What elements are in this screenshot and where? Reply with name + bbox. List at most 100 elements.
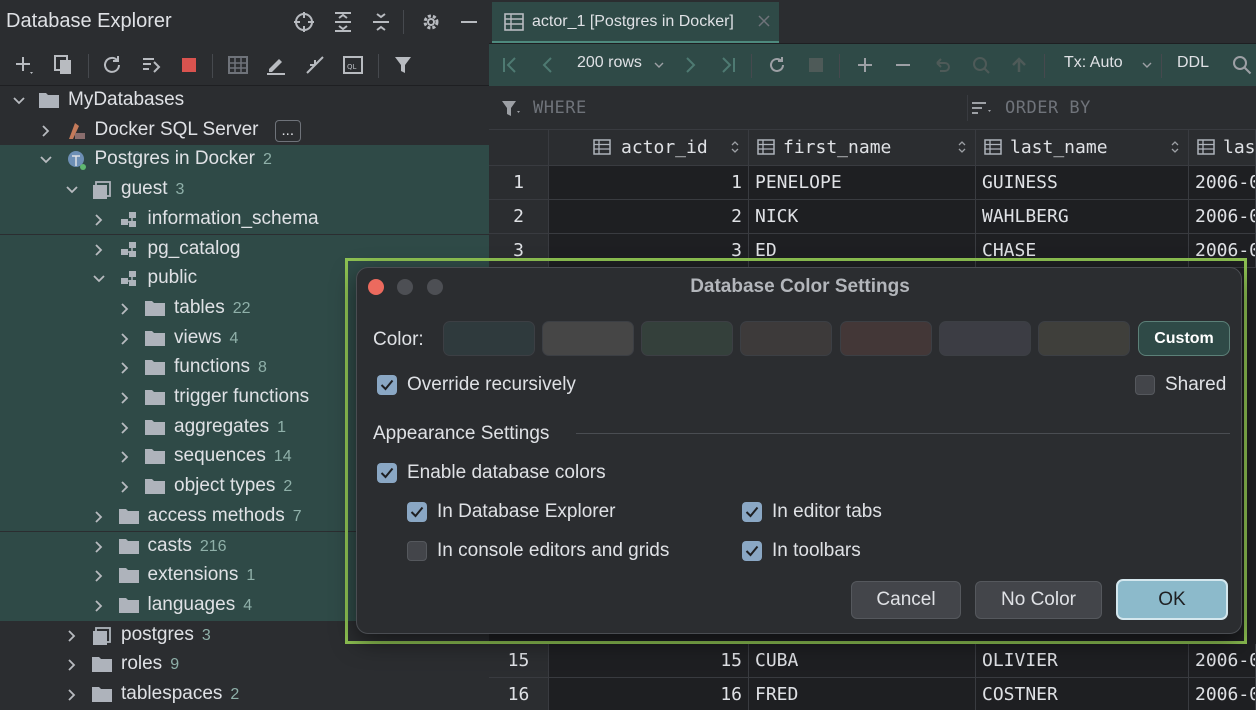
table-cell[interactable]: NICK bbox=[749, 200, 976, 234]
chevron-down-icon[interactable] bbox=[92, 272, 106, 286]
in-editor-tabs-checkbox[interactable] bbox=[742, 502, 762, 522]
table-cell[interactable]: 16 bbox=[549, 678, 749, 710]
table-cell[interactable]: 15 bbox=[549, 644, 749, 678]
edit-icon[interactable] bbox=[263, 52, 289, 78]
chevron-right-icon[interactable] bbox=[65, 629, 79, 643]
chevron-right-icon[interactable] bbox=[92, 510, 106, 524]
shared-checkbox[interactable] bbox=[1135, 375, 1155, 395]
cancel-button[interactable]: Cancel bbox=[851, 581, 961, 619]
sort-icon[interactable] bbox=[730, 140, 740, 154]
first-page-icon[interactable] bbox=[497, 52, 523, 78]
no-color-button[interactable]: No Color bbox=[975, 581, 1102, 619]
chevron-right-icon[interactable] bbox=[118, 450, 132, 464]
chevron-right-icon[interactable] bbox=[118, 391, 132, 405]
override-recursively-checkbox[interactable] bbox=[377, 375, 397, 395]
refresh-icon[interactable] bbox=[99, 52, 125, 78]
tab-actor-1[interactable]: actor_1 [Postgres in Docker] bbox=[492, 2, 779, 43]
tree-item[interactable]: MyDatabases bbox=[0, 86, 489, 116]
table-cell[interactable]: 2006-0 bbox=[1189, 200, 1256, 234]
revert-icon[interactable] bbox=[929, 52, 955, 78]
in-toolbars-checkbox[interactable] bbox=[742, 541, 762, 561]
gear-icon[interactable] bbox=[418, 9, 444, 35]
chevron-right-icon[interactable] bbox=[92, 213, 106, 227]
add-row-icon[interactable] bbox=[852, 52, 878, 78]
in-database-explorer-checkbox[interactable] bbox=[407, 502, 427, 522]
color-swatch[interactable] bbox=[443, 321, 535, 356]
tree-item[interactable]: tablespaces 2 bbox=[0, 680, 489, 710]
collapse-all-icon[interactable] bbox=[368, 9, 394, 35]
console-icon[interactable]: QL bbox=[340, 52, 366, 78]
chevron-down-icon[interactable] bbox=[12, 94, 26, 108]
chevron-down-icon[interactable] bbox=[65, 183, 79, 197]
ok-button[interactable]: OK bbox=[1116, 579, 1228, 620]
add-icon[interactable] bbox=[12, 52, 38, 78]
close-icon[interactable] bbox=[758, 15, 770, 27]
table-icon[interactable] bbox=[225, 52, 251, 78]
enable-database-colors-checkbox[interactable] bbox=[377, 463, 397, 483]
chevron-right-icon[interactable] bbox=[92, 569, 106, 583]
next-page-icon[interactable] bbox=[677, 52, 703, 78]
prev-page-icon[interactable] bbox=[535, 52, 561, 78]
orderby-input[interactable]: ORDER BY bbox=[1005, 98, 1091, 118]
search-icon[interactable] bbox=[1229, 52, 1255, 78]
chevron-right-icon[interactable] bbox=[92, 599, 106, 613]
chevron-right-icon[interactable] bbox=[118, 302, 132, 316]
chevron-right-icon[interactable] bbox=[39, 124, 53, 138]
color-swatch[interactable] bbox=[542, 321, 634, 356]
table-cell[interactable]: WAHLBERG bbox=[976, 200, 1189, 234]
expand-all-icon[interactable] bbox=[330, 9, 356, 35]
table-cell[interactable]: 2006-0 bbox=[1189, 644, 1256, 678]
locate-icon[interactable] bbox=[291, 9, 317, 35]
column-header[interactable]: first_name bbox=[749, 130, 976, 166]
sort-icon[interactable] bbox=[957, 140, 967, 154]
table-row[interactable]: 15 15 CUBA OLIVIER 2006-0 bbox=[489, 644, 1256, 678]
tree-item[interactable]: Docker SQL Server... bbox=[0, 116, 489, 146]
tree-item[interactable]: Postgres in Docker 2 bbox=[0, 145, 489, 176]
table-cell[interactable]: FRED bbox=[749, 678, 976, 710]
table-row[interactable]: 16 16 FRED COSTNER 2006-0 bbox=[489, 678, 1256, 710]
color-swatch[interactable] bbox=[840, 321, 932, 356]
column-header[interactable]: last_name bbox=[976, 130, 1189, 166]
in-console-editors-checkbox[interactable] bbox=[407, 541, 427, 561]
delete-row-icon[interactable] bbox=[890, 52, 916, 78]
chevron-right-icon[interactable] bbox=[118, 332, 132, 346]
ddl-button[interactable]: DDL bbox=[1177, 54, 1209, 72]
rows-count-select[interactable]: 200 rows bbox=[577, 54, 642, 72]
sort-icon[interactable] bbox=[1170, 140, 1180, 154]
filter-icon[interactable] bbox=[390, 52, 416, 78]
minimize-icon[interactable] bbox=[456, 9, 482, 35]
copy-icon[interactable] bbox=[50, 52, 76, 78]
where-input[interactable]: WHERE bbox=[533, 98, 587, 118]
tree-item[interactable]: information_schema bbox=[0, 204, 489, 235]
table-cell[interactable]: CUBA bbox=[749, 644, 976, 678]
chevron-right-icon[interactable] bbox=[92, 540, 106, 554]
tree-item[interactable]: roles 9 bbox=[0, 650, 489, 680]
table-cell[interactable]: 2 bbox=[549, 200, 749, 234]
table-row[interactable]: 1 1 PENELOPE GUINESS 2006-0 bbox=[489, 166, 1256, 200]
custom-color-button[interactable]: Custom bbox=[1138, 321, 1230, 356]
table-row[interactable]: 2 2 NICK WAHLBERG 2006-0 bbox=[489, 200, 1256, 234]
tx-mode-select[interactable]: Tx: Auto bbox=[1064, 54, 1123, 72]
color-swatch[interactable] bbox=[939, 321, 1031, 356]
table-cell[interactable]: GUINESS bbox=[976, 166, 1189, 200]
schema-settings-icon[interactable] bbox=[138, 52, 164, 78]
chevron-right-icon[interactable] bbox=[65, 688, 79, 702]
table-cell[interactable]: 2006-0 bbox=[1189, 678, 1256, 710]
chevron-right-icon[interactable] bbox=[65, 658, 79, 672]
tree-item[interactable]: guest 3 bbox=[0, 175, 489, 205]
table-cell[interactable]: 1 bbox=[549, 166, 749, 200]
table-cell[interactable]: COSTNER bbox=[976, 678, 1189, 710]
color-swatch[interactable] bbox=[740, 321, 832, 356]
stop-icon[interactable] bbox=[176, 52, 202, 78]
chevron-down-icon[interactable] bbox=[39, 153, 53, 167]
chevron-right-icon[interactable] bbox=[92, 243, 106, 257]
chevron-right-icon[interactable] bbox=[118, 421, 132, 435]
color-swatch[interactable] bbox=[1038, 321, 1130, 356]
table-cell[interactable]: PENELOPE bbox=[749, 166, 976, 200]
chevron-right-icon[interactable] bbox=[118, 361, 132, 375]
refresh-icon[interactable] bbox=[764, 52, 790, 78]
column-header[interactable]: las bbox=[1189, 130, 1256, 166]
more-badge[interactable]: ... bbox=[274, 119, 302, 142]
column-header[interactable]: actor_id bbox=[549, 130, 749, 166]
submit-icon[interactable] bbox=[1006, 52, 1032, 78]
